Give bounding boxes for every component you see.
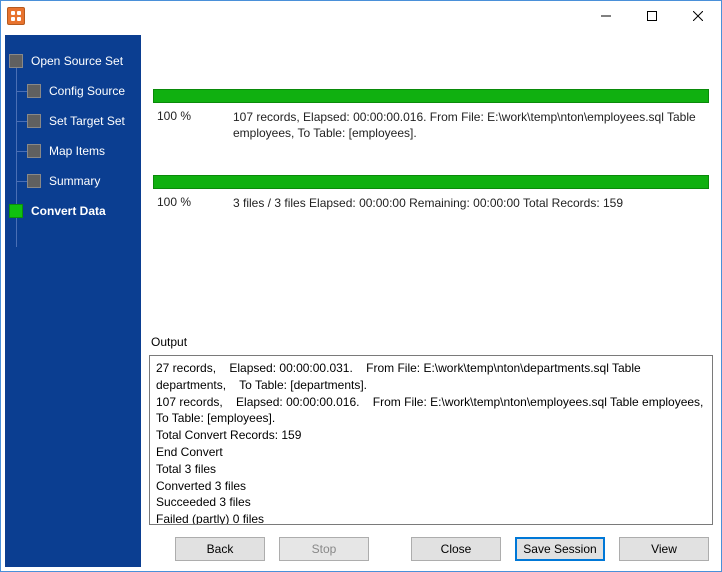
stop-button: Stop (279, 537, 369, 561)
maximize-button[interactable] (629, 1, 675, 31)
close-wizard-button[interactable]: Close (411, 537, 501, 561)
progress-text-1: 100 % 107 records, Elapsed: 00:00:00.016… (153, 109, 709, 141)
output-textbox[interactable]: 27 records, Elapsed: 00:00:00.031. From … (149, 355, 713, 525)
progress-percent-1: 100 % (153, 109, 233, 123)
button-row: Back Stop Close Save Session View (149, 531, 713, 563)
step-map-items[interactable]: Map Items (9, 139, 137, 163)
step-box-icon (27, 84, 41, 98)
step-box-icon (27, 144, 41, 158)
view-button[interactable]: View (619, 537, 709, 561)
back-button[interactable]: Back (175, 537, 265, 561)
window-controls (583, 1, 721, 31)
output-label: Output (149, 335, 713, 349)
step-box-icon (27, 114, 41, 128)
progress-percent-2: 100 % (153, 195, 233, 209)
save-session-button[interactable]: Save Session (515, 537, 605, 561)
step-box-icon (27, 174, 41, 188)
progress-detail-2: 3 files / 3 files Elapsed: 00:00:00 Rema… (233, 195, 709, 211)
step-label: Map Items (49, 144, 105, 158)
step-label: Summary (49, 174, 100, 188)
step-convert-data[interactable]: Convert Data (9, 199, 137, 223)
wizard-steps: Open Source Set Config Source Set Target… (9, 49, 137, 223)
wizard-sidebar: Open Source Set Config Source Set Target… (5, 35, 141, 567)
step-config-source[interactable]: Config Source (9, 79, 137, 103)
progress-detail-1: 107 records, Elapsed: 00:00:00.016. From… (233, 109, 709, 141)
progress-area: 100 % 107 records, Elapsed: 00:00:00.016… (149, 35, 713, 321)
step-open-source-set[interactable]: Open Source Set (9, 49, 137, 73)
main-panel: 100 % 107 records, Elapsed: 00:00:00.016… (145, 35, 717, 567)
app-window: Open Source Set Config Source Set Target… (0, 0, 722, 572)
step-set-target-set[interactable]: Set Target Set (9, 109, 137, 133)
progress-bar-1 (153, 89, 709, 103)
app-icon (7, 7, 25, 25)
step-summary[interactable]: Summary (9, 169, 137, 193)
step-label: Config Source (49, 84, 125, 98)
minimize-button[interactable] (583, 1, 629, 31)
progress-bar-2 (153, 175, 709, 189)
progress-block-2: 100 % 3 files / 3 files Elapsed: 00:00:0… (153, 175, 709, 211)
progress-block-1: 100 % 107 records, Elapsed: 00:00:00.016… (153, 89, 709, 141)
titlebar (1, 1, 721, 31)
window-body: Open Source Set Config Source Set Target… (1, 31, 721, 571)
close-button[interactable] (675, 1, 721, 31)
step-label: Convert Data (31, 204, 106, 218)
step-box-icon (9, 54, 23, 68)
step-label: Set Target Set (49, 114, 125, 128)
step-box-icon (9, 204, 23, 218)
step-label: Open Source Set (31, 54, 123, 68)
progress-text-2: 100 % 3 files / 3 files Elapsed: 00:00:0… (153, 195, 709, 211)
